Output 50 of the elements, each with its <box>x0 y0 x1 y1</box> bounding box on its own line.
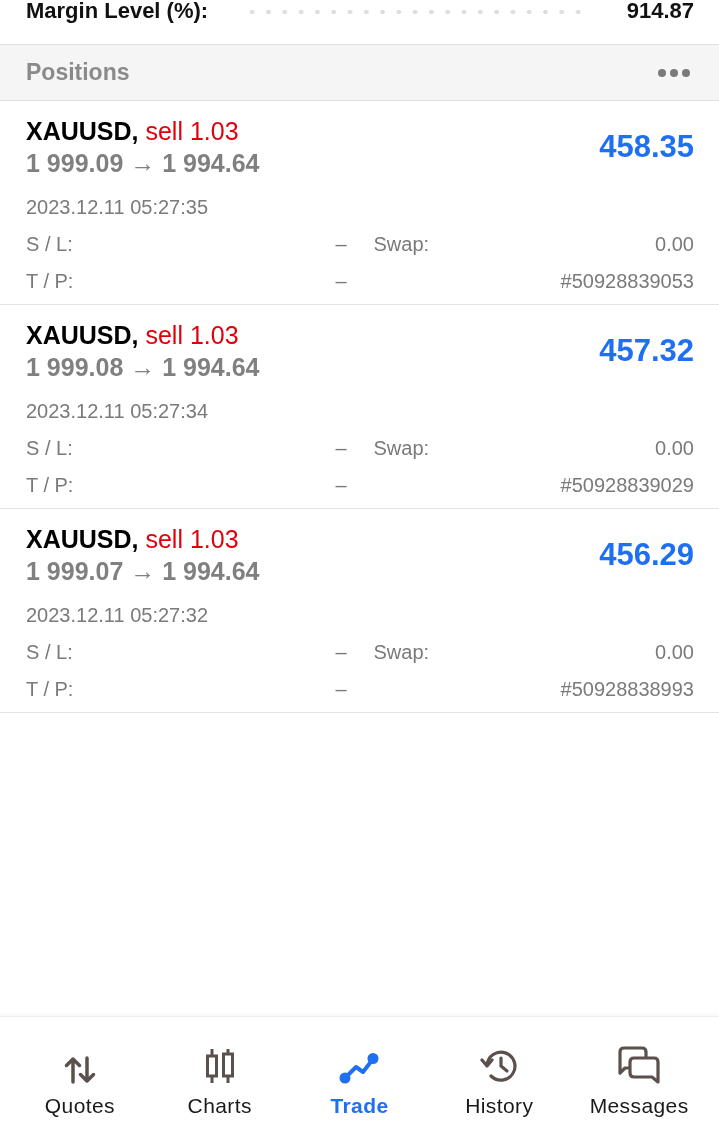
more-icon[interactable] <box>658 68 690 77</box>
nav-tab[interactable]: Trade <box>289 1017 430 1132</box>
stop-loss-value: – <box>335 436 347 461</box>
swap-value: 0.00 <box>655 436 694 461</box>
section-title: Positions <box>26 59 130 86</box>
stop-loss-value: – <box>335 640 347 665</box>
swap-value: 0.00 <box>655 232 694 257</box>
ticket-number: #50928839029 <box>560 473 694 498</box>
profit-value: 456.29 <box>599 537 694 573</box>
up-down-arrows-icon <box>63 1056 96 1084</box>
nav-tab[interactable]: Messages <box>569 1017 709 1132</box>
take-profit-label: T / P: <box>26 269 74 294</box>
nav-tab[interactable]: History <box>429 1017 570 1132</box>
stop-loss-label: S / L: <box>26 436 73 461</box>
take-profit-value: – <box>335 269 347 294</box>
profit-value: 458.35 <box>599 129 694 165</box>
price-change-text: 1 999.09 → 1 994.64 <box>26 148 260 179</box>
stop-loss-value: – <box>335 232 347 257</box>
nav-tab[interactable]: Quotes <box>10 1017 150 1132</box>
order-type-volume: sell 1.03 <box>145 321 239 349</box>
take-profit-label: T / P: <box>26 677 74 702</box>
price-change-text: 1 999.08 → 1 994.64 <box>26 352 260 383</box>
margin-level-value: 914.87 <box>626 0 694 22</box>
swap-label: Swap: <box>373 232 430 257</box>
order-type-volume: sell 1.03 <box>145 525 239 553</box>
open-time-text: 2023.12.11 05:27:34 <box>26 399 210 424</box>
symbol-text: XAUUSD, <box>26 321 139 349</box>
take-profit-value: – <box>335 677 347 702</box>
margin-level-label: Margin Level (%): <box>26 0 209 22</box>
stop-loss-label: S / L: <box>26 640 73 665</box>
line-chart-icon <box>339 1052 380 1084</box>
symbol-text: XAUUSD, <box>26 525 139 553</box>
swap-label: Swap: <box>373 436 430 461</box>
chat-bubbles-icon <box>618 1046 661 1084</box>
profit-value: 457.32 <box>599 333 694 369</box>
ticket-number: #50928839053 <box>560 269 694 294</box>
take-profit-label: T / P: <box>26 473 74 498</box>
order-type-volume: sell 1.03 <box>145 117 239 145</box>
price-change-text: 1 999.07 → 1 994.64 <box>26 556 260 587</box>
nav-tab[interactable]: Charts <box>149 1017 290 1132</box>
ticket-number: #50928838993 <box>560 677 694 702</box>
stop-loss-label: S / L: <box>26 232 73 257</box>
candlestick-icon <box>203 1048 236 1084</box>
swap-value: 0.00 <box>655 640 694 665</box>
history-clock-icon <box>480 1048 519 1084</box>
open-time-text: 2023.12.11 05:27:35 <box>26 195 210 220</box>
take-profit-value: – <box>335 473 347 498</box>
swap-label: Swap: <box>373 640 430 665</box>
open-time-text: 2023.12.11 05:27:32 <box>26 603 210 628</box>
symbol-text: XAUUSD, <box>26 117 139 145</box>
